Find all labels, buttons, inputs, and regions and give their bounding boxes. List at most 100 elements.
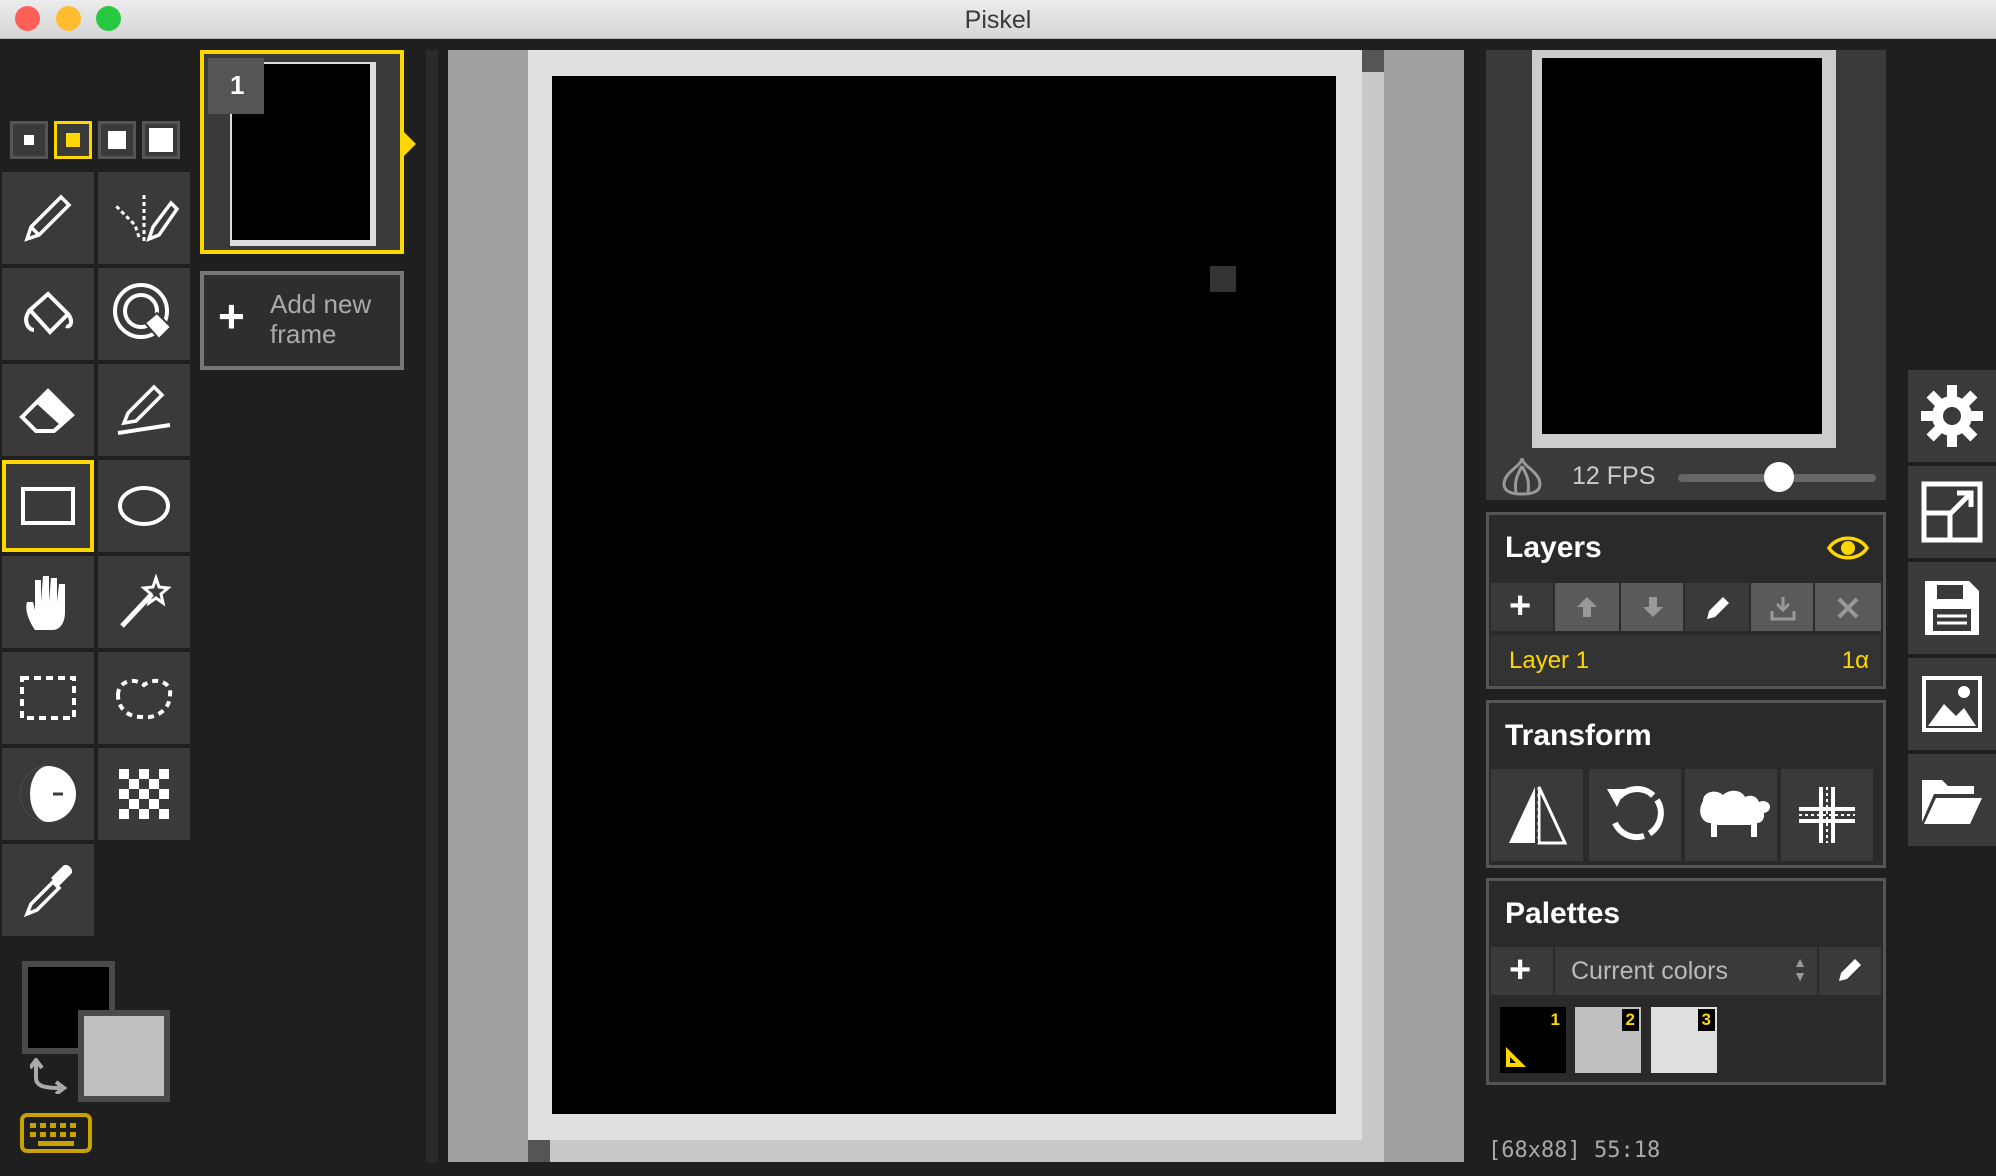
plus-icon: +	[218, 290, 245, 342]
pen-size-2[interactable]	[54, 121, 92, 159]
eraser-icon	[19, 388, 75, 433]
export-button[interactable]	[1908, 658, 1996, 750]
fps-slider-thumb[interactable]	[1764, 462, 1794, 492]
rectangle-select-icon	[20, 676, 76, 720]
merge-layer-button[interactable]	[1751, 583, 1813, 631]
layer-opacity[interactable]: 1α	[1842, 647, 1869, 675]
toggle-layer-visibility-icon[interactable]	[1826, 533, 1870, 568]
add-frame-label-line1: Add new	[270, 289, 372, 319]
fps-label: 12 FPS	[1572, 462, 1656, 490]
palette-select[interactable]: Current colors ▲ ▼	[1555, 947, 1817, 995]
move-tool[interactable]	[2, 556, 94, 648]
cursor-highlight	[1210, 266, 1236, 292]
layers-title: Layers	[1505, 531, 1602, 564]
add-frame-label-line2: frame	[270, 319, 337, 349]
transform-title: Transform	[1505, 719, 1652, 752]
onion-skin-icon[interactable]	[1500, 456, 1544, 501]
resize-icon	[1921, 481, 1983, 543]
rename-layer-button[interactable]	[1685, 583, 1749, 631]
palette-select-value: Current colors	[1571, 957, 1728, 985]
lasso-icon	[115, 678, 173, 720]
lighten-tool[interactable]	[2, 748, 94, 840]
close-icon	[1837, 597, 1859, 619]
animation-preview	[1542, 58, 1822, 434]
rectangle-icon	[21, 487, 75, 525]
save-button[interactable]	[1908, 562, 1996, 654]
pen-tool[interactable]	[2, 172, 94, 264]
primary-color-marker-icon	[1506, 1047, 1526, 1067]
palette-swatch-1[interactable]: 1	[1500, 1007, 1566, 1073]
stroke-tool[interactable]	[98, 364, 190, 456]
vertical-mirror-pen-tool[interactable]	[98, 172, 190, 264]
cursor-coordinates: [68x88] 55:18	[1488, 1138, 1661, 1163]
frames-scrollbar[interactable]	[426, 50, 438, 1162]
hand-icon	[26, 576, 65, 630]
ellipse-icon	[118, 486, 170, 526]
open-button[interactable]	[1908, 754, 1996, 846]
animation-preview-panel: 12 FPS	[1486, 50, 1886, 500]
swatch-number: 2	[1621, 1009, 1639, 1031]
palette-swatch-3[interactable]: 3	[1651, 1007, 1717, 1073]
pencil-icon	[24, 194, 72, 242]
secondary-color-swatch[interactable]	[78, 1010, 170, 1102]
rotate-icon	[1607, 786, 1664, 841]
dithering-tool[interactable]	[98, 748, 190, 840]
line-pen-icon	[117, 384, 171, 435]
palettes-title: Palettes	[1505, 897, 1621, 930]
pencil-icon	[1707, 597, 1729, 619]
checkerboard-icon	[119, 769, 169, 819]
add-palette-button[interactable]: +	[1491, 947, 1553, 995]
window-title: Piskel	[964, 6, 1032, 34]
rectangle-tool[interactable]	[2, 460, 94, 552]
drawing-canvas-area[interactable]	[448, 50, 1464, 1162]
swatch-number: 3	[1697, 1009, 1715, 1031]
pen-size-3[interactable]	[98, 121, 136, 159]
merge-down-icon	[1770, 597, 1796, 621]
resize-button[interactable]	[1908, 466, 1996, 558]
add-layer-button[interactable]: +	[1491, 583, 1553, 631]
pen-size-1[interactable]	[10, 121, 48, 159]
flip-icon	[1509, 783, 1568, 847]
align-center-icon	[1799, 787, 1855, 843]
title-bar: Piskel	[0, 0, 1996, 39]
pen-size-4[interactable]	[142, 121, 180, 159]
frame-number: 1	[208, 58, 264, 114]
pencil-icon	[1839, 959, 1861, 981]
color-picker-tool[interactable]	[2, 844, 94, 936]
settings-button[interactable]	[1908, 370, 1996, 462]
move-layer-down-button[interactable]	[1621, 583, 1683, 631]
folder-open-icon	[1922, 780, 1982, 824]
drawing-canvas[interactable]	[552, 76, 1336, 1114]
same-color-bucket-icon	[113, 283, 173, 341]
flip-button[interactable]	[1491, 769, 1583, 861]
layer-item[interactable]: Layer 1 1α	[1491, 635, 1881, 685]
rotate-button[interactable]	[1589, 769, 1681, 861]
gear-icon	[1921, 385, 1983, 447]
swap-colors-icon[interactable]	[28, 1056, 70, 1099]
eraser-tool[interactable]	[2, 364, 94, 456]
clone-button[interactable]	[1685, 769, 1777, 861]
palette-swatch-2[interactable]: 2	[1575, 1007, 1641, 1073]
move-layer-up-button[interactable]	[1555, 583, 1619, 631]
paint-bucket-tool[interactable]	[2, 268, 94, 360]
layer-name: Layer 1	[1509, 647, 1590, 674]
eyedropper-icon	[23, 864, 73, 918]
edit-palette-button[interactable]	[1819, 947, 1881, 995]
ellipse-tool[interactable]	[98, 460, 190, 552]
sheep-icon	[1700, 790, 1770, 837]
plus-icon: +	[1509, 585, 1532, 627]
magic-wand-tool[interactable]	[98, 556, 190, 648]
keyboard-shortcuts-icon[interactable]	[20, 1113, 92, 1158]
lasso-select-tool[interactable]	[98, 652, 190, 744]
select-arrows-icon: ▲ ▼	[1793, 954, 1807, 984]
paint-same-color-tool[interactable]	[98, 268, 190, 360]
selected-frame-arrow	[404, 132, 416, 156]
frame-thumbnail-1[interactable]: 1	[200, 50, 404, 254]
delete-layer-button[interactable]	[1815, 583, 1881, 631]
rectangle-select-tool[interactable]	[2, 652, 94, 744]
layers-panel: Layers + Layer 1 1α	[1486, 512, 1886, 689]
mirror-pen-icon	[113, 195, 179, 243]
floppy-disk-icon	[1925, 581, 1979, 635]
add-new-frame-button[interactable]: + Add new frame	[200, 271, 404, 370]
center-button[interactable]	[1781, 769, 1873, 861]
